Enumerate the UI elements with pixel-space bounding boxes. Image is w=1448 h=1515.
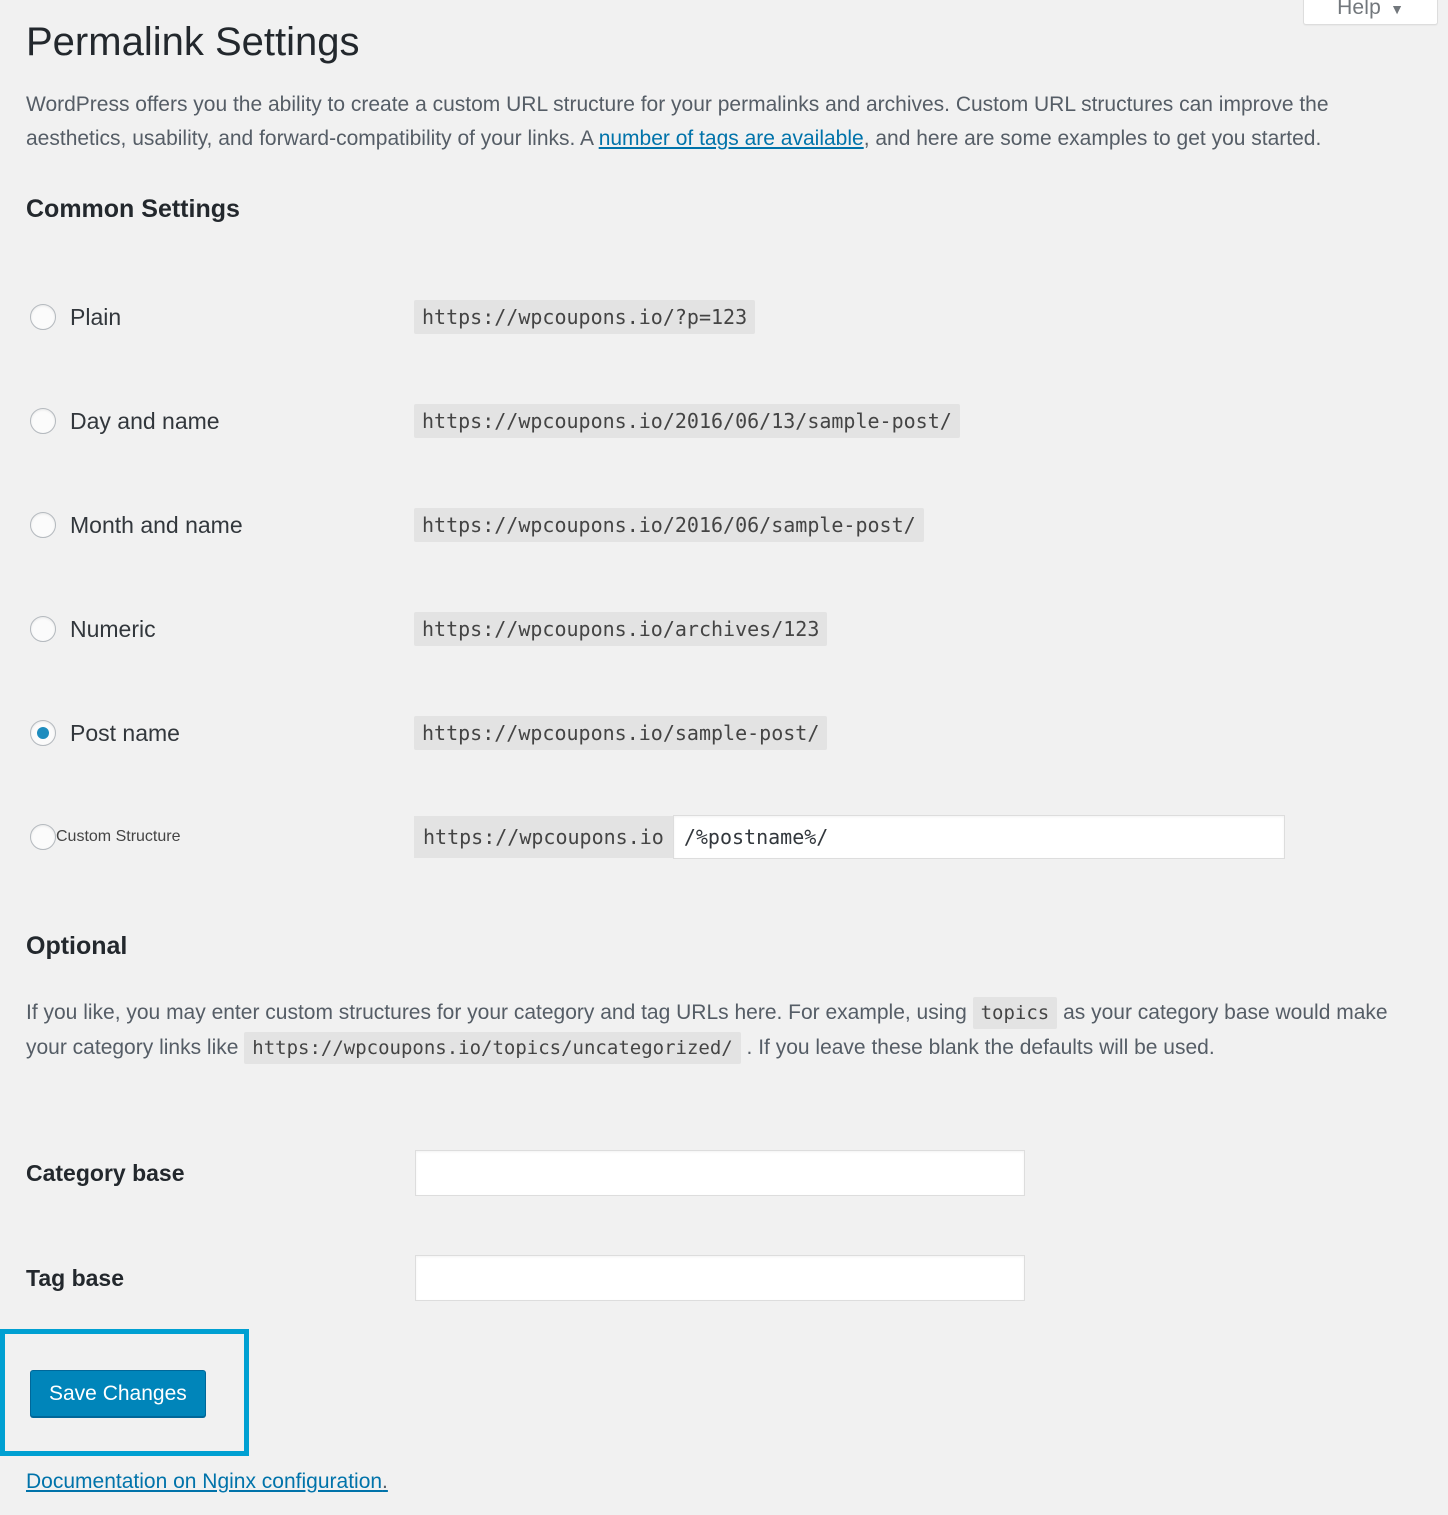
radio-day-and-name[interactable] xyxy=(30,408,56,435)
optional-text-part1: If you like, you may enter custom struct… xyxy=(26,1001,973,1024)
category-base-row: Category base xyxy=(26,1150,1126,1196)
radio-numeric[interactable] xyxy=(30,616,56,643)
save-changes-button[interactable]: Save Changes xyxy=(30,1370,206,1417)
permalink-option-plain[interactable]: Plain https://wpcoupons.io/?p=123 xyxy=(26,265,1422,369)
permalink-option-day-and-name[interactable]: Day and name https://wpcoupons.io/2016/0… xyxy=(26,369,1422,473)
permalink-option-custom-structure-label-cell[interactable]: Custom Structure xyxy=(26,824,414,851)
intro-paragraph: WordPress offers you the ability to crea… xyxy=(26,88,1386,156)
permalink-option-plain-label-cell[interactable]: Plain xyxy=(26,304,414,331)
tag-base-label: Tag base xyxy=(26,1264,124,1291)
permalink-option-month-and-name-label-cell[interactable]: Month and name xyxy=(26,512,414,539)
permalink-option-numeric[interactable]: Numeric https://wpcoupons.io/archives/12… xyxy=(26,577,1422,681)
permalink-options-list: Plain https://wpcoupons.io/?p=123 Day an… xyxy=(26,265,1422,889)
tags-available-link[interactable]: number of tags are available xyxy=(599,127,864,150)
optional-text-part3: . If you leave these blank the defaults … xyxy=(740,1036,1215,1060)
permalink-option-plain-label: Plain xyxy=(70,303,122,330)
radio-month-and-name[interactable] xyxy=(30,512,56,539)
radio-post-name[interactable] xyxy=(30,720,56,747)
custom-structure-prefix: https://wpcoupons.io xyxy=(414,816,673,859)
optional-code-topics: topics xyxy=(972,997,1058,1029)
nginx-documentation-link[interactable]: Documentation on Nginx configuration. xyxy=(26,1470,388,1494)
tag-base-input[interactable] xyxy=(415,1255,1025,1301)
permalink-option-custom-structure-label: Custom Structure xyxy=(56,828,181,846)
category-base-label: Category base xyxy=(26,1159,185,1186)
optional-heading: Optional xyxy=(26,932,128,960)
common-settings-heading: Common Settings xyxy=(26,195,240,224)
nginx-documentation-link-label: Documentation on Nginx configuration xyxy=(26,1470,383,1493)
tag-base-row: Tag base xyxy=(26,1255,1126,1301)
nginx-documentation-period: . xyxy=(382,1470,388,1493)
permalink-option-month-and-name-label: Month and name xyxy=(70,511,243,538)
permalink-option-day-and-name-label-cell[interactable]: Day and name xyxy=(26,408,414,435)
help-button-label: Help xyxy=(1337,0,1382,19)
permalink-option-day-and-name-label: Day and name xyxy=(70,407,220,434)
custom-structure-input[interactable] xyxy=(672,815,1285,860)
radio-plain[interactable] xyxy=(30,304,56,331)
radio-custom-structure[interactable] xyxy=(30,824,56,851)
page-title: Permalink Settings xyxy=(26,20,360,64)
permalink-option-post-name[interactable]: Post name https://wpcoupons.io/sample-po… xyxy=(26,681,1422,785)
permalink-example-post-name: https://wpcoupons.io/sample-post/ xyxy=(414,716,828,751)
optional-code-example-url: https://wpcoupons.io/topics/uncategorize… xyxy=(244,1032,741,1065)
permalink-option-post-name-label-cell[interactable]: Post name xyxy=(26,720,414,747)
help-button[interactable]: Help ▼ xyxy=(1303,0,1438,25)
chevron-down-icon: ▼ xyxy=(1390,0,1404,17)
optional-paragraph: If you like, you may enter custom struct… xyxy=(26,995,1426,1066)
intro-text-part2: , and here are some examples to get you … xyxy=(863,127,1322,151)
permalink-example-numeric: https://wpcoupons.io/archives/123 xyxy=(414,612,828,647)
permalink-option-numeric-label: Numeric xyxy=(70,615,156,642)
permalink-option-custom-structure[interactable]: Custom Structure https://wpcoupons.io xyxy=(26,785,1422,889)
permalink-option-month-and-name[interactable]: Month and name https://wpcoupons.io/2016… xyxy=(26,473,1422,577)
category-base-input[interactable] xyxy=(415,1150,1025,1196)
permalink-option-post-name-label: Post name xyxy=(70,719,180,746)
permalink-example-day-and-name: https://wpcoupons.io/2016/06/13/sample-p… xyxy=(414,404,960,439)
permalink-example-month-and-name: https://wpcoupons.io/2016/06/sample-post… xyxy=(414,508,924,543)
permalink-example-plain: https://wpcoupons.io/?p=123 xyxy=(414,300,756,335)
permalink-option-numeric-label-cell[interactable]: Numeric xyxy=(26,616,414,643)
